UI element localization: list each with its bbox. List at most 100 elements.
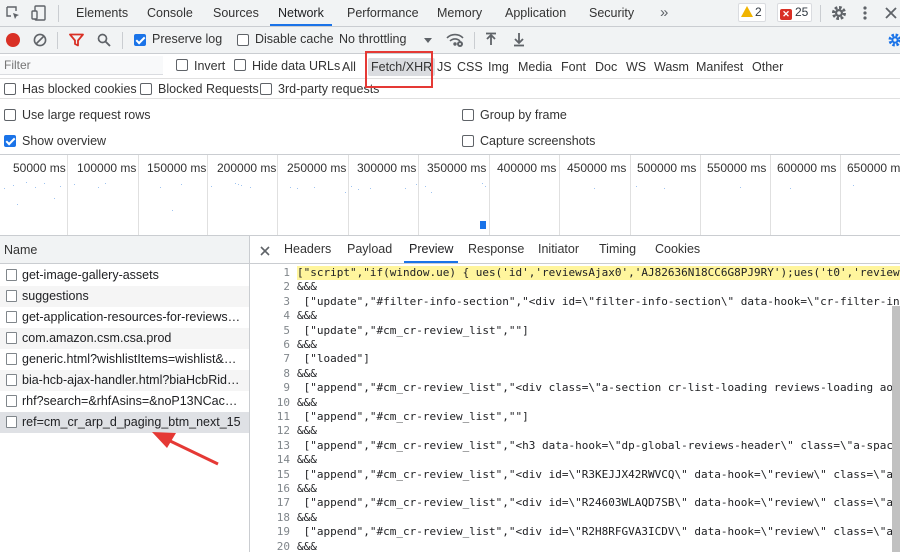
filter-type-img[interactable]: Img — [485, 58, 512, 76]
request-list-header[interactable]: Name — [0, 236, 249, 264]
code-line: 8 &&& — [250, 367, 900, 381]
overview-tick-label: 200000 ms — [217, 161, 277, 175]
blocked-requests-checkbox[interactable] — [140, 83, 152, 95]
code-text: ["append","#cm_cr-review_list","<div id=… — [297, 467, 900, 481]
request-row[interactable]: suggestions — [0, 286, 249, 307]
request-row[interactable]: generic.html?wishlistItems=wishlist&me..… — [0, 349, 249, 370]
filter-type-media[interactable]: Media — [515, 58, 555, 76]
line-number: 14 — [276, 453, 290, 467]
line-number: 20 — [276, 539, 290, 552]
tab-timing[interactable]: Timing — [594, 236, 641, 263]
preview-scrollbar[interactable] — [892, 306, 900, 552]
tab-preview[interactable]: Preview — [404, 236, 459, 263]
filter-type-wasm[interactable]: Wasm — [651, 58, 692, 76]
tab-elements[interactable]: Elements — [68, 0, 136, 26]
line-number: 19 — [276, 525, 290, 539]
tab-cookies[interactable]: Cookies — [650, 236, 705, 263]
row-checkbox — [6, 269, 17, 281]
network-settings-icon[interactable] — [887, 32, 900, 48]
filter-type-css[interactable]: CSS — [454, 58, 486, 76]
request-name: bia-hcb-ajax-handler.html?biaHcbRid=... — [22, 373, 244, 387]
errors-badge[interactable]: ✕ 25 — [777, 3, 813, 22]
overview-tick-label: 500000 ms — [637, 161, 697, 175]
network-options: Has blocked cookies Blocked Requests 3rd… — [0, 79, 900, 155]
code-text: ["append","#cm_cr-review_list","<h3 data… — [297, 438, 900, 452]
filter-type-js[interactable]: JS — [434, 58, 455, 76]
options-divider — [0, 98, 900, 99]
filter-type-doc[interactable]: Doc — [592, 58, 620, 76]
tab-performance[interactable]: Performance — [339, 0, 427, 26]
tab-network[interactable]: Network — [270, 0, 332, 26]
device-toolbar-icon[interactable] — [31, 5, 47, 21]
request-name: rhf?search=&rhfAsins=&noP13NCache... — [22, 394, 244, 408]
tab-console[interactable]: Console — [139, 0, 201, 26]
capture-screenshots-checkbox[interactable] — [462, 135, 474, 147]
more-tabs-button[interactable]: » — [652, 0, 676, 26]
code-line: 18 &&& — [250, 511, 900, 525]
filter-type-font[interactable]: Font — [558, 58, 589, 76]
close-detail-icon[interactable] — [260, 245, 270, 256]
warnings-badge[interactable]: 2 — [738, 3, 766, 22]
group-by-frame-checkbox[interactable] — [462, 109, 474, 121]
filter-type-manifest[interactable]: Manifest — [693, 58, 746, 76]
filter-type-all[interactable]: All — [339, 58, 359, 76]
request-row[interactable]: bia-hcb-ajax-handler.html?biaHcbRid=... — [0, 370, 249, 391]
tab-initiator[interactable]: Initiator — [533, 236, 584, 263]
network-overview[interactable]: 50000 ms 100000 ms 150000 ms 200000 ms 2… — [0, 155, 900, 236]
capture-screenshots-label: Capture screenshots — [480, 134, 596, 148]
hide-data-urls-checkbox[interactable] — [234, 59, 246, 71]
filter-icon[interactable] — [69, 33, 84, 47]
tab-response[interactable]: Response — [463, 236, 529, 263]
request-row[interactable]: get-application-resources-for-reviews-g.… — [0, 307, 249, 328]
code-text: ["loaded"] — [297, 352, 370, 366]
network-conditions-icon[interactable] — [446, 32, 464, 48]
throttling-select[interactable]: No throttling — [339, 32, 406, 46]
third-party-checkbox[interactable] — [260, 83, 272, 95]
request-row[interactable]: com.amazon.csm.csa.prod — [0, 328, 249, 349]
clear-icon[interactable] — [33, 33, 47, 47]
filter-type-other[interactable]: Other — [749, 58, 786, 76]
code-text: &&& — [297, 280, 317, 294]
row-checkbox — [6, 395, 17, 407]
invert-checkbox[interactable] — [176, 59, 188, 71]
tab-headers[interactable]: Headers — [279, 236, 336, 263]
import-har-icon[interactable] — [485, 32, 497, 47]
overview-tick-label: 450000 ms — [567, 161, 627, 175]
disable-cache-checkbox[interactable] — [237, 34, 249, 46]
line-number: 17 — [276, 496, 290, 510]
group-by-frame-label: Group by frame — [480, 108, 567, 122]
large-rows-checkbox[interactable] — [4, 109, 16, 121]
export-har-icon[interactable] — [513, 32, 525, 47]
code-text: ["update","#filter-info-section","<div i… — [297, 294, 900, 308]
filter-type-ws[interactable]: WS — [623, 58, 649, 76]
code-line: 15 ["append","#cm_cr-review_list","<div … — [250, 468, 900, 482]
tab-memory[interactable]: Memory — [429, 0, 490, 26]
code-text: ["script","if(window.ue) { ues('id','rev… — [297, 266, 900, 281]
show-overview-checkbox[interactable] — [4, 135, 16, 147]
request-row[interactable]: rhf?search=&rhfAsins=&noP13NCache... — [0, 391, 249, 412]
close-icon[interactable] — [884, 6, 898, 20]
tab-security[interactable]: Security — [581, 0, 642, 26]
tab-application[interactable]: Application — [497, 0, 574, 26]
overview-tick-label: 400000 ms — [497, 161, 557, 175]
has-blocked-cookies-checkbox[interactable] — [4, 83, 16, 95]
code-text: &&& — [297, 453, 317, 467]
code-line: 6 &&& — [250, 338, 900, 352]
filter-input[interactable] — [0, 56, 163, 75]
preview-content[interactable]: 1 ["script","if(window.ue) { ues('id','re… — [250, 266, 900, 552]
request-row[interactable]: get-image-gallery-assets — [0, 265, 249, 286]
search-icon[interactable] — [97, 33, 111, 47]
tab-payload[interactable]: Payload — [342, 236, 397, 263]
overview-tick-label: 50000 ms — [13, 161, 66, 175]
kebab-menu-icon[interactable] — [862, 5, 868, 21]
gear-icon[interactable] — [830, 4, 848, 22]
record-icon[interactable] — [6, 33, 20, 47]
inspect-element-icon[interactable] — [6, 6, 20, 20]
row-checkbox — [6, 353, 17, 365]
preserve-log-label: Preserve log — [152, 32, 223, 46]
overview-tick-label: 650000 ms — [847, 161, 900, 175]
tab-sources[interactable]: Sources — [205, 0, 267, 26]
preserve-log-checkbox[interactable] — [134, 34, 146, 46]
code-line: 19 ["append","#cm_cr-review_list","<div … — [250, 525, 900, 539]
dropdown-arrow-icon[interactable] — [424, 38, 432, 43]
